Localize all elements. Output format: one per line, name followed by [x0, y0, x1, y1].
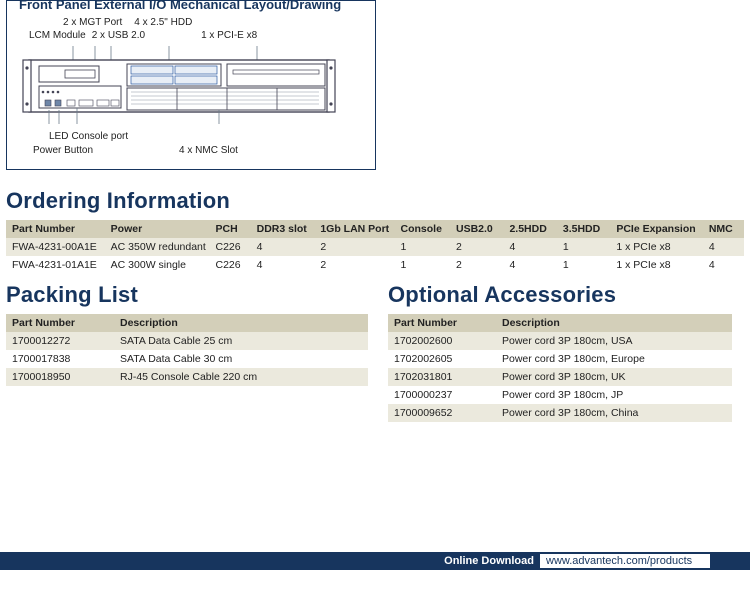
th: Description — [496, 314, 732, 332]
accessories-heading: Optional Accessories — [388, 282, 732, 308]
footer-label: Online Download — [444, 555, 534, 567]
ordering-heading: Ordering Information — [6, 188, 744, 214]
table-header-row: Part Number Description — [6, 314, 368, 332]
drawing-title: Front Panel External I/O Mechanical Layo… — [19, 0, 363, 16]
packing-heading: Packing List — [6, 282, 368, 308]
th: 1Gb LAN Port — [314, 220, 394, 238]
td: 1 x PCIe x8 — [610, 256, 703, 274]
front-panel-diagram — [19, 46, 339, 124]
label-power: Power Button — [33, 145, 93, 156]
td: 1 — [395, 256, 451, 274]
td: 1702002600 — [388, 332, 496, 350]
td: 2 — [314, 256, 394, 274]
th: USB2.0 — [450, 220, 503, 238]
table-row: 1702031801Power cord 3P 180cm, UK — [388, 368, 732, 386]
table-header-row: Part Number Power PCH DDR3 slot 1Gb LAN … — [6, 220, 744, 238]
footer-bar: Online Download www.advantech.com/produc… — [0, 552, 750, 570]
td: 4 — [503, 238, 556, 256]
td: 4 — [703, 256, 744, 274]
front-panel-drawing-box: Front Panel External I/O Mechanical Layo… — [6, 0, 376, 170]
table-row: 1700012272SATA Data Cable 25 cm — [6, 332, 368, 350]
th: Power — [105, 220, 210, 238]
td: 1700018950 — [6, 368, 114, 386]
td: 1 — [557, 238, 610, 256]
th: NMC — [703, 220, 744, 238]
td: 1702002605 — [388, 350, 496, 368]
drawing-bottom-labels: LEDConsole port Power Button 4 x NMC Slot — [19, 130, 363, 157]
td: 2 — [314, 238, 394, 256]
th: Part Number — [388, 314, 496, 332]
td: SATA Data Cable 30 cm — [114, 350, 368, 368]
td: AC 350W redundant — [105, 238, 210, 256]
td: SATA Data Cable 25 cm — [114, 332, 368, 350]
td: 1702031801 — [388, 368, 496, 386]
td: Power cord 3P 180cm, UK — [496, 368, 732, 386]
td: 4 — [703, 238, 744, 256]
label-console: Console port — [71, 131, 128, 142]
td: 1700000237 — [388, 386, 496, 404]
th: PCH — [210, 220, 251, 238]
table-row: 1700017838SATA Data Cable 30 cm — [6, 350, 368, 368]
td: RJ-45 Console Cable 220 cm — [114, 368, 368, 386]
label-usb: 2 x USB 2.0 — [92, 30, 145, 41]
table-row: 1700000237Power cord 3P 180cm, JP — [388, 386, 732, 404]
td: AC 300W single — [105, 256, 210, 274]
td: 2 — [450, 238, 503, 256]
table-row: 1702002600Power cord 3P 180cm, USA — [388, 332, 732, 350]
th: 3.5HDD — [557, 220, 610, 238]
td: C226 — [210, 256, 251, 274]
label-mgt: 2 x MGT Port — [63, 17, 122, 28]
accessories-table: Part Number Description 1702002600Power … — [388, 314, 732, 422]
label-led: LED — [49, 131, 68, 142]
table-row: 1700009652Power cord 3P 180cm, China — [388, 404, 732, 422]
label-nmc: 4 x NMC Slot — [179, 145, 238, 156]
td: 4 — [503, 256, 556, 274]
td: 2 — [450, 256, 503, 274]
th: Console — [395, 220, 451, 238]
th: Part Number — [6, 314, 114, 332]
label-lcm: LCM Module — [29, 30, 86, 41]
td: Power cord 3P 180cm, Europe — [496, 350, 732, 368]
table-header-row: Part Number Description — [388, 314, 732, 332]
td: 1700017838 — [6, 350, 114, 368]
td: FWA-4231-00A1E — [6, 238, 105, 256]
td: 1700009652 — [388, 404, 496, 422]
packing-table: Part Number Description 1700012272SATA D… — [6, 314, 368, 386]
table-row: FWA-4231-01A1E AC 300W single C226 4 2 1… — [6, 256, 744, 274]
td: Power cord 3P 180cm, USA — [496, 332, 732, 350]
td: 1 — [395, 238, 451, 256]
th: Description — [114, 314, 368, 332]
td: 1 x PCIe x8 — [610, 238, 703, 256]
label-hdd25: 4 x 2.5" HDD — [134, 17, 192, 28]
td: 1700012272 — [6, 332, 114, 350]
td: Power cord 3P 180cm, JP — [496, 386, 732, 404]
th: DDR3 slot — [251, 220, 315, 238]
ordering-table: Part Number Power PCH DDR3 slot 1Gb LAN … — [6, 220, 744, 274]
table-row: FWA-4231-00A1E AC 350W redundant C226 4 … — [6, 238, 744, 256]
table-row: 1700018950RJ-45 Console Cable 220 cm — [6, 368, 368, 386]
th: PCIe Expansion — [610, 220, 703, 238]
th: 2.5HDD — [503, 220, 556, 238]
td: 1 — [557, 256, 610, 274]
td: Power cord 3P 180cm, China — [496, 404, 732, 422]
td: C226 — [210, 238, 251, 256]
table-row: 1702002605Power cord 3P 180cm, Europe — [388, 350, 732, 368]
th: Part Number — [6, 220, 105, 238]
td: 4 — [251, 256, 315, 274]
td: 4 — [251, 238, 315, 256]
drawing-top-labels: 2 x MGT Port 4 x 2.5" HDD LCM Module 2 x U… — [19, 16, 363, 42]
footer-url: www.advantech.com/products — [540, 554, 710, 568]
td: FWA-4231-01A1E — [6, 256, 105, 274]
label-pcie: 1 x PCI-E x8 — [201, 30, 257, 41]
